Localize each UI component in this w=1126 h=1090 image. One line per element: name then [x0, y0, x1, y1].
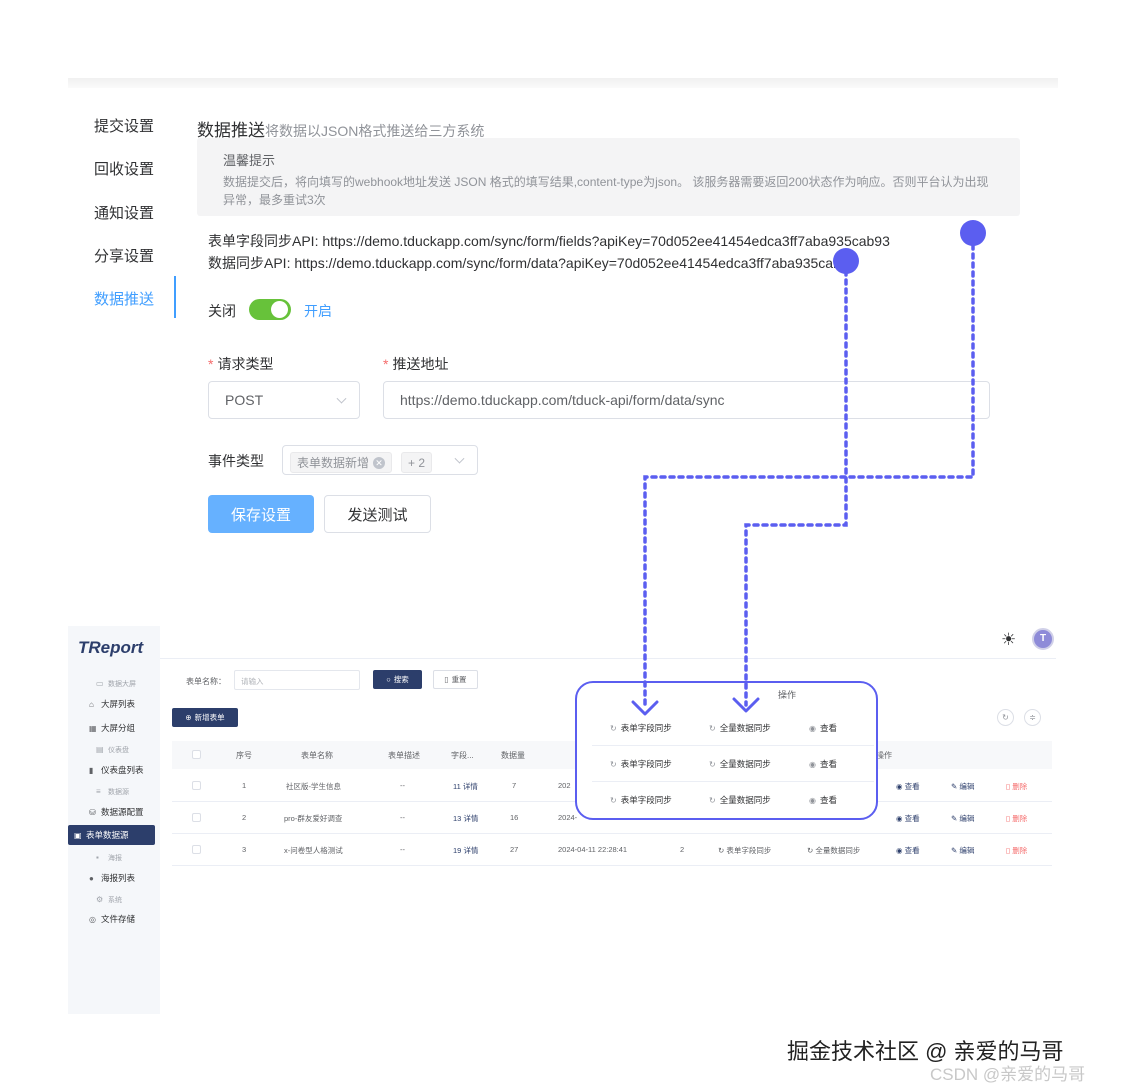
connector-dot-fields	[960, 220, 986, 246]
connector-dot-data	[833, 248, 859, 274]
connector-overlay	[631, 220, 986, 716]
watermark-csdn: CSDN @亲爱的马哥	[930, 1065, 1086, 1084]
connector-fields-api	[643, 234, 975, 710]
connector-data-api	[744, 260, 848, 707]
